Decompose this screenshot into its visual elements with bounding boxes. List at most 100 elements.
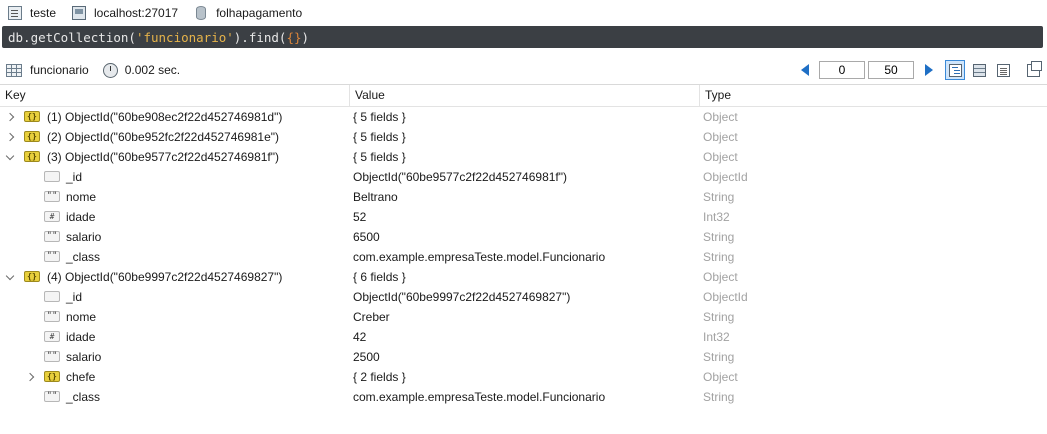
object-icon: {}: [24, 271, 40, 282]
popout-button[interactable]: [1023, 60, 1043, 80]
expand-chevron-icon[interactable]: [25, 367, 35, 387]
object-icon: {}: [24, 131, 40, 142]
table-row[interactable]: "" _class com.example.empresaTeste.model.F…: [0, 387, 1047, 407]
connection-path-bar: teste localhost:27017 folhapagamento: [0, 0, 1047, 26]
row-value: Creber: [353, 310, 390, 324]
shell-icon: [8, 6, 22, 20]
row-value: { 5 fields }: [353, 110, 406, 124]
row-value: Beltrano: [353, 190, 398, 204]
table-row[interactable]: "" nome Creber String: [0, 307, 1047, 327]
table-row[interactable]: # idade 52 Int32: [0, 207, 1047, 227]
row-key: salario: [66, 350, 102, 364]
row-value: { 5 fields }: [353, 130, 406, 144]
row-key: _class: [66, 250, 101, 264]
collapse-chevron-icon[interactable]: [5, 267, 15, 287]
column-key[interactable]: Key: [0, 85, 350, 106]
crumb-server[interactable]: localhost:27017: [72, 6, 178, 20]
row-value: 6500: [353, 230, 380, 244]
column-type[interactable]: Type: [700, 85, 1047, 106]
column-value[interactable]: Value: [350, 85, 700, 106]
query-time: 0.002 sec.: [124, 63, 181, 77]
table-row[interactable]: _id ObjectId("60be9577c2f22d452746981f") O…: [0, 167, 1047, 187]
table-row[interactable]: "" _class com.example.empresaTeste.model.F…: [0, 247, 1047, 267]
string-icon: "": [44, 391, 60, 402]
object-icon: {}: [24, 151, 40, 162]
table-row[interactable]: {} chefe { 2 fields } Object: [0, 367, 1047, 387]
database-name: folhapagamento: [216, 6, 303, 20]
string-icon: "": [44, 251, 60, 262]
table-row[interactable]: {} (1) ObjectId("60be908ec2f22d452746981d…: [0, 107, 1047, 127]
crumb-database[interactable]: folhapagamento: [194, 6, 302, 20]
row-key: (4) ObjectId("60be9997c2f22d4527469827"): [47, 270, 283, 284]
row-type: Object: [703, 370, 738, 384]
table-row[interactable]: "" salario 2500 String: [0, 347, 1047, 367]
row-key: nome: [66, 310, 97, 324]
server-name: localhost:27017: [94, 6, 179, 20]
table-view-icon: [972, 63, 986, 77]
row-key: idade: [66, 210, 96, 224]
row-key: chefe: [66, 370, 96, 384]
row-value: com.example.empresaTeste.model.Funcionar…: [353, 250, 606, 264]
row-type: Int32: [703, 330, 730, 344]
table-view-button[interactable]: [969, 60, 989, 80]
row-key: _class: [66, 390, 101, 404]
tree-view-button[interactable]: [945, 60, 965, 80]
skip-input[interactable]: [819, 61, 865, 79]
objectid-icon: [44, 291, 60, 302]
row-type: ObjectId: [703, 170, 748, 184]
row-type: Object: [703, 150, 738, 164]
expand-chevron-icon[interactable]: [5, 127, 15, 147]
server-icon: [72, 6, 87, 20]
row-value: ObjectId("60be9577c2f22d452746981f"): [353, 170, 568, 184]
row-type: String: [703, 350, 735, 364]
row-value: 2500: [353, 350, 380, 364]
crumb-shell[interactable]: teste: [8, 6, 56, 20]
int-icon: #: [44, 211, 60, 222]
table-row[interactable]: {} (2) ObjectId("60be952fc2f22d452746981e…: [0, 127, 1047, 147]
table-row[interactable]: "" salario 6500 String: [0, 227, 1047, 247]
expand-chevron-icon[interactable]: [5, 107, 15, 127]
string-icon: "": [44, 231, 60, 242]
table-row[interactable]: _id ObjectId("60be9997c2f22d4527469827") O…: [0, 287, 1047, 307]
results-header: Key Value Type: [0, 85, 1047, 107]
query-editor[interactable]: db.getCollection('funcionario').find({}): [2, 26, 1043, 48]
row-value: { 6 fields }: [353, 270, 406, 284]
table-row[interactable]: "" nome Beltrano String: [0, 187, 1047, 207]
string-icon: "": [44, 191, 60, 202]
query-prefix: db.getCollection(: [8, 29, 136, 45]
next-page-icon[interactable]: [925, 64, 933, 76]
query-text[interactable]: db.getCollection('funcionario').find({}): [2, 30, 309, 45]
collapse-chevron-icon[interactable]: [5, 147, 15, 167]
query-middle: ).find(: [233, 29, 287, 45]
string-icon: "": [44, 311, 60, 322]
shell-name: teste: [30, 6, 57, 20]
int-icon: #: [44, 331, 60, 342]
row-value: com.example.empresaTeste.model.Funcionar…: [353, 390, 606, 404]
row-key: (1) ObjectId("60be908ec2f22d452746981d"): [47, 110, 283, 124]
objectid-icon: [44, 171, 60, 182]
row-type: String: [703, 310, 735, 324]
row-key: _id: [66, 170, 83, 184]
row-value: ObjectId("60be9997c2f22d4527469827"): [353, 290, 571, 304]
clock-icon: [102, 62, 118, 78]
row-key: (2) ObjectId("60be952fc2f22d452746981e"): [47, 130, 280, 144]
collection-grid-icon: [6, 63, 22, 77]
limit-input[interactable]: [868, 61, 914, 79]
row-type: Object: [703, 110, 738, 124]
table-row[interactable]: # idade 42 Int32: [0, 327, 1047, 347]
object-icon: {}: [44, 371, 60, 382]
tree-view-icon: [948, 63, 962, 77]
previous-page-icon[interactable]: [801, 64, 809, 76]
row-value: 52: [353, 210, 367, 224]
table-row[interactable]: {} (3) ObjectId("60be9577c2f22d452746981f…: [0, 147, 1047, 167]
row-type: String: [703, 230, 735, 244]
table-row[interactable]: {} (4) ObjectId("60be9997c2f22d4527469827…: [0, 267, 1047, 287]
popout-icon: [1026, 60, 1042, 77]
text-view-button[interactable]: [993, 60, 1013, 80]
database-icon: [194, 6, 208, 20]
row-key: (3) ObjectId("60be9577c2f22d452746981f"): [47, 150, 280, 164]
row-value: { 2 fields }: [353, 370, 406, 384]
row-type: Object: [703, 130, 738, 144]
query-collection: 'funcionario': [135, 29, 234, 45]
row-value: { 5 fields }: [353, 150, 406, 164]
